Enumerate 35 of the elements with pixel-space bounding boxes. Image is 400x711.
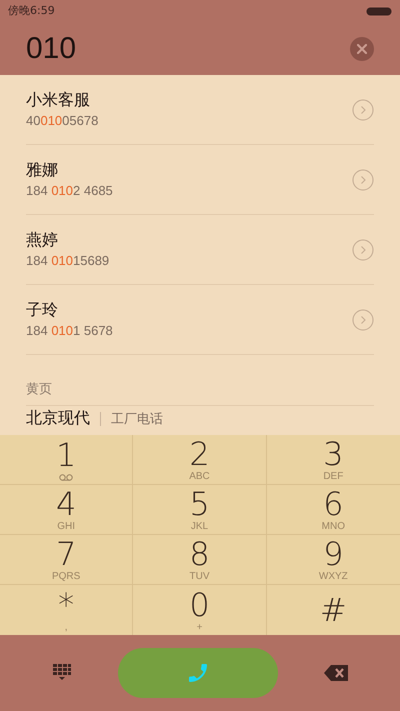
status-time: 傍晚6:59 — [8, 2, 55, 19]
contact-number: 184 0102 4685 — [26, 182, 113, 200]
dial-key[interactable]: 7 PQRS — [0, 535, 134, 585]
business-name[interactable]: 北京现代 — [26, 410, 90, 428]
details-chevron-icon[interactable] — [352, 308, 374, 330]
contact-number: 184 0101 5678 — [26, 322, 113, 340]
voicemail-icon — [59, 474, 74, 481]
contact-name[interactable]: 雅娜 — [26, 160, 113, 182]
dial-key[interactable]: 9 WXYZ — [266, 535, 400, 585]
dialed-number: 010 — [26, 31, 76, 67]
contact-number: 184 01015689 — [26, 252, 110, 270]
phone-icon — [186, 661, 210, 685]
contact-name[interactable]: 小米客服 — [26, 90, 98, 112]
battery-icon — [366, 6, 392, 16]
contact-number: 4001005678 — [26, 112, 98, 130]
contact-name[interactable]: 子玲 — [26, 300, 113, 322]
details-chevron-icon[interactable] — [352, 238, 374, 260]
business-detail: 工厂电话 — [111, 410, 163, 428]
dial-key[interactable]: 2 ABC — [133, 435, 267, 485]
contact-name[interactable]: 燕婷 — [26, 230, 110, 252]
dial-key[interactable]: 8 TUV — [133, 535, 267, 585]
keypad-icon[interactable] — [52, 663, 72, 683]
details-chevron-icon[interactable] — [352, 168, 374, 190]
backspace-icon[interactable] — [324, 665, 348, 681]
details-chevron-icon[interactable] — [352, 98, 374, 120]
clear-button[interactable] — [350, 36, 374, 60]
dial-key[interactable]: 4 GHI — [0, 485, 134, 535]
dial-key[interactable]: 1 — [0, 435, 134, 485]
dial-key[interactable]: 6 MNO — [266, 485, 400, 535]
dial-key[interactable]: # — [266, 585, 400, 635]
section-heading: 黄页 — [26, 381, 52, 396]
call-button[interactable] — [118, 648, 278, 698]
dial-key[interactable]: 3 DEF — [266, 435, 400, 485]
dial-key[interactable]: 5 JKL — [133, 485, 267, 535]
close-icon — [357, 44, 367, 54]
